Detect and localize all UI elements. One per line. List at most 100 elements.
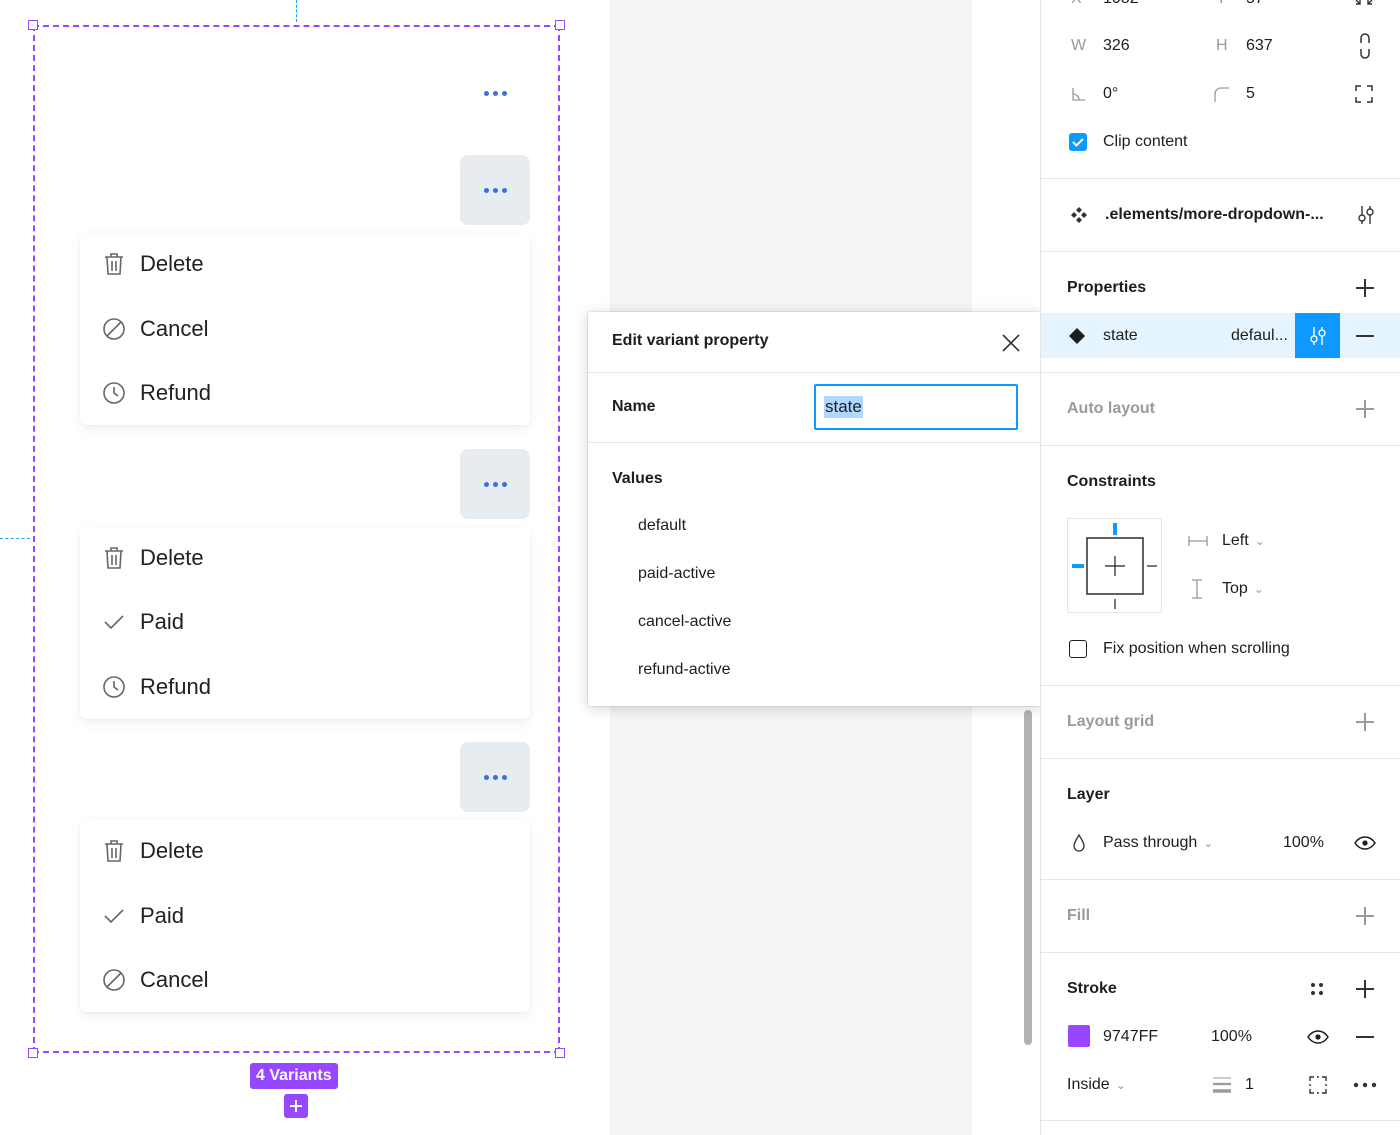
name-label: Name xyxy=(612,398,656,415)
style-grid-icon[interactable] xyxy=(1307,979,1327,999)
y-label: Y xyxy=(1216,0,1227,8)
more-dots-button[interactable] xyxy=(460,742,530,812)
guide-line-horizontal xyxy=(0,538,30,539)
more-dots-button[interactable] xyxy=(460,155,530,225)
more-dots-button[interactable] xyxy=(460,449,530,519)
add-auto-layout-plus-icon[interactable] xyxy=(1355,399,1375,419)
divider xyxy=(1041,1120,1400,1121)
property-name: state xyxy=(1103,327,1138,344)
menu-item-label: Cancel xyxy=(140,316,209,341)
menu-item-refund[interactable]: Refund xyxy=(102,667,211,707)
stroke-title: Stroke xyxy=(1067,980,1117,997)
name-input[interactable]: state xyxy=(814,384,1018,430)
close-icon[interactable] xyxy=(998,330,1024,356)
properties-title: Properties xyxy=(1067,279,1147,296)
stroke-weight-icon xyxy=(1211,1074,1233,1096)
dropdown-menu: Delete Paid Cancel xyxy=(80,820,530,1012)
stroke-position-select[interactable]: Inside ⌄ xyxy=(1067,1076,1126,1094)
constraints-title: Constraints xyxy=(1067,473,1156,490)
menu-item-paid[interactable]: Paid xyxy=(102,896,184,936)
resize-handle-bottom-left[interactable] xyxy=(28,1048,38,1058)
cancel-icon xyxy=(102,317,126,341)
more-dots-button[interactable] xyxy=(460,58,530,128)
stroke-color-hex[interactable]: 9747FF xyxy=(1103,1028,1158,1046)
vertical-constraint-select[interactable]: Top ⌄ xyxy=(1222,580,1264,598)
dropdown-menu: Delete Cancel Refund xyxy=(80,233,530,425)
divider xyxy=(1041,758,1400,759)
clock-icon xyxy=(102,675,126,699)
constraints-widget[interactable] xyxy=(1067,518,1162,613)
check-icon xyxy=(102,610,126,634)
resize-handle-bottom-right[interactable] xyxy=(555,1048,565,1058)
edit-property-button[interactable] xyxy=(1295,313,1340,358)
add-property-plus-icon[interactable] xyxy=(1355,278,1375,298)
layer-opacity-input[interactable]: 100% xyxy=(1283,834,1324,852)
vertical-constraint-icon xyxy=(1189,579,1205,599)
width-input[interactable]: 326 xyxy=(1103,37,1130,55)
divider xyxy=(1041,251,1400,252)
collapse-icon[interactable] xyxy=(1353,0,1375,10)
menu-item-paid[interactable]: Paid xyxy=(102,602,184,642)
value-item[interactable]: paid-active xyxy=(638,565,715,583)
menu-item-cancel[interactable]: Cancel xyxy=(102,309,208,349)
stroke-weight-input[interactable]: 1 xyxy=(1245,1076,1254,1094)
add-fill-plus-icon[interactable] xyxy=(1355,906,1375,926)
design-panel: X 1082 Y 57 W 326 H 637 0° 5 Clip conten… xyxy=(1040,0,1400,1135)
individual-strokes-icon[interactable] xyxy=(1307,1074,1329,1096)
menu-item-delete[interactable]: Delete xyxy=(102,244,204,284)
edit-variant-property-dialog: Edit variant property Name state Values … xyxy=(588,312,1042,706)
variant-diamond-icon xyxy=(1067,326,1087,346)
blend-mode-select[interactable]: Pass through ⌄ xyxy=(1103,834,1213,852)
x-input[interactable]: 1082 xyxy=(1103,0,1139,8)
property-value: defaul... xyxy=(1231,327,1288,344)
w-label: W xyxy=(1071,37,1087,54)
x-label: X xyxy=(1071,0,1082,8)
chevron-down-icon: ⌄ xyxy=(1253,582,1264,596)
menu-item-refund[interactable]: Refund xyxy=(102,373,211,413)
divider xyxy=(1041,372,1400,373)
chevron-down-icon: ⌄ xyxy=(1254,534,1265,548)
menu-item-delete[interactable]: Delete xyxy=(102,538,204,578)
add-layout-grid-plus-icon[interactable] xyxy=(1355,712,1375,732)
remove-property-minus-icon[interactable] xyxy=(1356,335,1374,337)
add-variant-button[interactable] xyxy=(284,1094,308,1118)
constrain-proportions-icon[interactable] xyxy=(1354,33,1376,59)
property-row-state[interactable] xyxy=(1041,313,1400,358)
rotation-input[interactable]: 0° xyxy=(1103,85,1118,103)
independent-corners-icon[interactable] xyxy=(1353,83,1375,105)
dialog-title: Edit variant property xyxy=(612,332,769,349)
value-item[interactable]: cancel-active xyxy=(638,613,731,631)
horizontal-constraint-icon xyxy=(1187,533,1209,549)
horizontal-constraint-select[interactable]: Left ⌄ xyxy=(1222,532,1265,550)
remove-stroke-minus-icon[interactable] xyxy=(1356,1036,1374,1038)
value-item[interactable]: default xyxy=(638,517,686,535)
canvas-scrollbar[interactable] xyxy=(1024,710,1032,1045)
divider xyxy=(1041,952,1400,953)
stroke-color-swatch[interactable] xyxy=(1068,1025,1090,1047)
add-stroke-plus-icon[interactable] xyxy=(1355,979,1375,999)
variants-badge[interactable]: 4 Variants xyxy=(250,1063,338,1089)
eye-icon[interactable] xyxy=(1306,1026,1330,1048)
component-name[interactable]: .elements/more-dropdown-... xyxy=(1105,206,1324,224)
resize-handle-top-right[interactable] xyxy=(555,20,565,30)
vertical-constraint-value: Top xyxy=(1222,580,1248,597)
resize-handle-top-left[interactable] xyxy=(28,20,38,30)
fill-title: Fill xyxy=(1067,907,1091,924)
menu-item-label: Delete xyxy=(140,838,204,863)
fix-position-label: Fix position when scrolling xyxy=(1103,640,1290,657)
corner-radius-input[interactable]: 5 xyxy=(1246,85,1255,103)
layer-title: Layer xyxy=(1067,786,1110,803)
divider xyxy=(1041,178,1400,179)
y-input[interactable]: 57 xyxy=(1246,0,1264,8)
stroke-opacity-input[interactable]: 100% xyxy=(1211,1028,1252,1046)
menu-item-delete[interactable]: Delete xyxy=(102,831,204,871)
height-input[interactable]: 637 xyxy=(1246,37,1273,55)
component-properties-icon[interactable] xyxy=(1355,203,1377,227)
value-item[interactable]: refund-active xyxy=(638,661,731,679)
eye-icon[interactable] xyxy=(1353,832,1377,854)
menu-item-label: Delete xyxy=(140,251,204,276)
more-options-icon[interactable] xyxy=(1351,1074,1379,1096)
fix-position-checkbox[interactable] xyxy=(1069,640,1087,658)
clip-content-checkbox[interactable] xyxy=(1069,133,1087,151)
menu-item-cancel[interactable]: Cancel xyxy=(102,960,208,1000)
